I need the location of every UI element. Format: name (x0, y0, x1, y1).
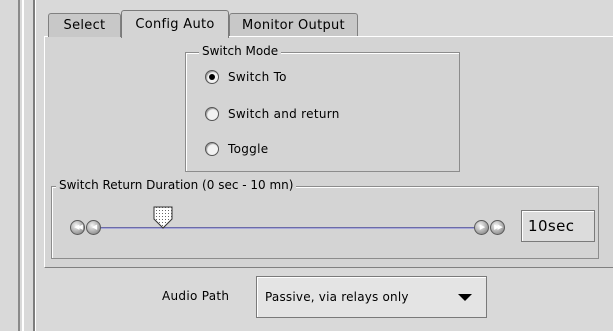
switch-return-duration-group (51, 186, 599, 259)
switch-mode-title: Switch Mode (199, 44, 282, 58)
radio-label: Toggle (228, 142, 269, 156)
radio-switch-and-return[interactable]: Switch and return (205, 107, 340, 121)
right-arrow-icon[interactable]: ▶ (474, 220, 489, 235)
radio-label: Switch To (228, 70, 287, 84)
radio-button-icon[interactable] (205, 107, 219, 121)
audio-path-selected: Passive, via relays only (265, 290, 409, 304)
divider-line (22, 0, 24, 331)
slider-thumb-icon[interactable] (152, 206, 174, 230)
tab-divider (229, 36, 613, 37)
audio-path-label: Audio Path (162, 289, 230, 303)
tab-label: Monitor Output (242, 18, 345, 33)
left-arrow-icon[interactable]: ◀ (86, 220, 101, 235)
radio-switch-to[interactable]: Switch To (205, 70, 287, 84)
double-left-arrow-icon[interactable]: ◀◀ (70, 220, 85, 235)
tab-label: Config Auto (135, 17, 215, 32)
duration-value-field[interactable]: 10sec (521, 210, 595, 242)
radio-label: Switch and return (228, 107, 340, 121)
tab-select[interactable]: Select (48, 13, 121, 37)
double-right-arrow-icon[interactable]: ▶▶ (490, 220, 505, 235)
tab-label: Select (63, 18, 106, 33)
radio-button-icon[interactable] (205, 70, 219, 84)
switch-return-duration-title: Switch Return Duration (0 sec - 10 mn) (56, 178, 297, 192)
radio-toggle[interactable]: Toggle (205, 142, 268, 156)
tab-monitor-output[interactable]: Monitor Output (229, 13, 358, 37)
dropdown-caret-icon (458, 294, 472, 301)
divider-line (18, 0, 20, 331)
radio-button-icon[interactable] (205, 142, 219, 156)
divider-line (35, 0, 36, 331)
audio-path-dropdown[interactable]: Passive, via relays only (256, 276, 487, 318)
radio-selected-dot (209, 74, 215, 80)
tab-config-auto[interactable]: Config Auto (121, 10, 229, 38)
